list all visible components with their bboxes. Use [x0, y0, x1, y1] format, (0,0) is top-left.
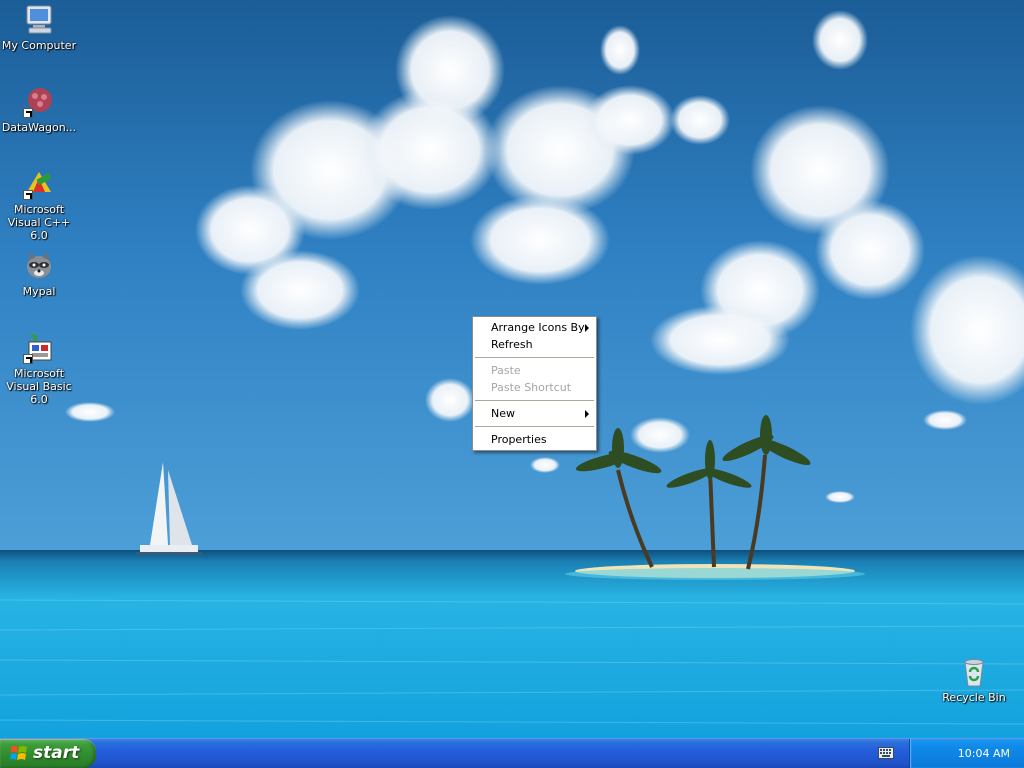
desktop-icon-label: Microsoft Visual C++ 6.0	[7, 203, 71, 242]
desktop-icon-label: My Computer	[1, 39, 77, 52]
datawagon-icon	[23, 86, 55, 118]
menu-item-label: Paste Shortcut	[491, 381, 572, 394]
desktop-icon-visual-basic[interactable]: Microsoft Visual Basic 6.0	[0, 332, 78, 406]
menu-separator	[475, 400, 594, 401]
menu-item-properties[interactable]: Properties	[473, 431, 596, 448]
menu-item-label: New	[491, 407, 515, 420]
desktop-icon-datawagon[interactable]: DataWagon...	[0, 86, 78, 134]
desktop-icon-mypal[interactable]: Mypal	[0, 250, 78, 298]
menu-item-new[interactable]: New	[473, 405, 596, 422]
mypal-raccoon-icon	[23, 250, 55, 282]
menu-item-label: Arrange Icons By	[491, 321, 585, 334]
taskbar: start 10:04 AM	[0, 738, 1024, 768]
desktop-icon-visual-cpp[interactable]: Microsoft Visual C++ 6.0	[0, 168, 78, 242]
windows-logo-icon	[10, 745, 28, 767]
visual-basic-icon	[23, 332, 55, 364]
menu-item-label: Properties	[491, 433, 547, 446]
menu-item-paste: Paste	[473, 362, 596, 379]
shortcut-arrow-icon	[23, 108, 33, 118]
visual-cpp-icon	[23, 168, 55, 200]
menu-item-refresh[interactable]: Refresh	[473, 336, 596, 353]
menu-separator	[475, 357, 594, 358]
desktop-icon-label: DataWagon...	[1, 121, 77, 134]
menu-item-paste-shortcut: Paste Shortcut	[473, 379, 596, 396]
desktop-icon-recycle-bin[interactable]: Recycle Bin	[935, 656, 1013, 704]
my-computer-icon	[23, 4, 55, 36]
desktop-icon-my-computer[interactable]: My Computer	[0, 4, 78, 52]
menu-item-label: Paste	[491, 364, 521, 377]
menu-item-label: Refresh	[491, 338, 533, 351]
desktop-icon-label: Microsoft Visual Basic 6.0	[6, 367, 72, 406]
keyboard-icon[interactable]	[878, 747, 894, 762]
start-label: start	[33, 743, 80, 763]
start-button[interactable]: start	[0, 739, 96, 768]
recycle-bin-icon	[958, 656, 990, 688]
menu-item-arrange-icons-by[interactable]: Arrange Icons By	[473, 319, 596, 336]
taskbar-clock[interactable]: 10:04 AM	[958, 747, 1010, 760]
shortcut-arrow-icon	[23, 354, 33, 364]
desktop-icon-label: Recycle Bin	[942, 691, 1006, 704]
system-tray: 10:04 AM	[878, 739, 1024, 768]
menu-separator	[475, 426, 594, 427]
shortcut-arrow-icon	[23, 190, 33, 200]
desktop-context-menu: Arrange Icons By Refresh Paste Paste Sho…	[472, 316, 597, 451]
submenu-arrow-icon	[585, 410, 589, 418]
desktop-icon-label: Mypal	[22, 285, 56, 298]
submenu-arrow-icon	[585, 324, 589, 332]
